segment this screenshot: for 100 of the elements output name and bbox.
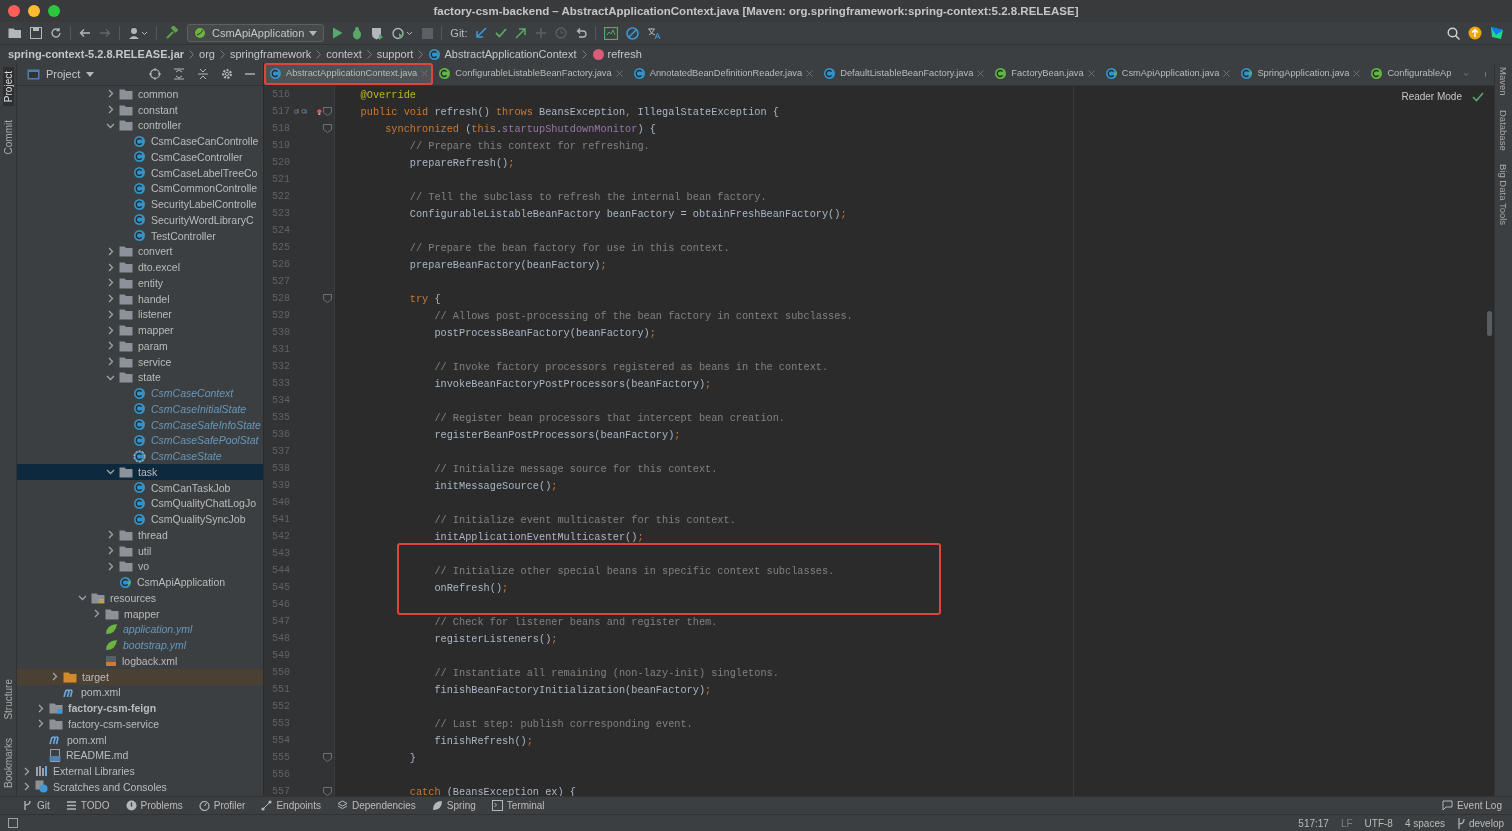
collapse-all-icon[interactable] bbox=[197, 68, 209, 80]
chevron-down-icon[interactable] bbox=[78, 593, 87, 603]
breadcrumb[interactable]: spring-context-5.2.8.RELEASE.jar bbox=[8, 48, 185, 60]
panel-toggle-icon[interactable] bbox=[8, 818, 18, 828]
tree-item[interactable]: handel bbox=[17, 290, 263, 307]
tree-item[interactable]: CsmCaseSafePoolStat bbox=[17, 432, 263, 449]
tree-item[interactable]: state bbox=[17, 369, 263, 386]
update-arrow-icon[interactable] bbox=[475, 27, 488, 39]
save-icon[interactable] bbox=[30, 27, 42, 39]
tree-item[interactable]: CsmQualitySyncJob bbox=[17, 511, 263, 527]
tree-item[interactable]: common bbox=[17, 86, 263, 102]
tree-item[interactable]: application.yml bbox=[17, 621, 263, 638]
fold-marker-icon[interactable] bbox=[322, 124, 332, 133]
editor-tab[interactable]: DefaultListableBeanFactory.java bbox=[818, 63, 990, 85]
tree-item[interactable]: entity bbox=[17, 275, 263, 291]
run-configuration-dropdown[interactable]: CsmApiApplication bbox=[187, 24, 325, 42]
indent-setting[interactable]: 4 spaces bbox=[1404, 817, 1445, 829]
caret-position[interactable]: 517:17 bbox=[1298, 817, 1329, 829]
tree-item[interactable]: CsmCaseInitialState bbox=[17, 401, 263, 417]
tool-window-tab[interactable]: Project bbox=[2, 67, 14, 107]
editor-tab[interactable]: SpringApplication.java bbox=[1235, 63, 1366, 85]
tree-item[interactable]: mapper bbox=[17, 322, 263, 338]
tree-item[interactable]: resources bbox=[17, 590, 263, 606]
tool-window-button[interactable]: Git bbox=[22, 800, 50, 811]
hammer-icon[interactable] bbox=[165, 26, 179, 40]
breadcrumb[interactable]: springframework bbox=[229, 48, 312, 60]
monitor-icon[interactable] bbox=[604, 26, 619, 40]
close-window-button[interactable] bbox=[8, 5, 20, 17]
minimize-window-button[interactable] bbox=[28, 5, 40, 17]
close-icon[interactable] bbox=[977, 69, 985, 77]
editor-tab[interactable]: ConfigurableAp bbox=[1365, 63, 1457, 85]
target-icon[interactable] bbox=[149, 68, 161, 80]
fold-marker-icon[interactable] bbox=[322, 294, 332, 303]
tree-item[interactable]: vo bbox=[17, 558, 263, 575]
close-icon[interactable] bbox=[1353, 69, 1361, 77]
tree-item[interactable]: CsmCaseController bbox=[17, 149, 263, 165]
tree-item[interactable]: factory-csm-service bbox=[17, 716, 263, 732]
fold-marker-icon[interactable] bbox=[322, 107, 332, 116]
tool-window-tab[interactable]: Bookmarks bbox=[2, 734, 14, 792]
search-icon[interactable] bbox=[1447, 26, 1460, 40]
tree-item[interactable]: thread bbox=[17, 527, 263, 543]
tree-item[interactable]: External Libraries bbox=[17, 763, 263, 779]
run-icon[interactable] bbox=[332, 27, 344, 39]
shield-icon[interactable] bbox=[371, 26, 385, 40]
tree-item[interactable]: CsmQualityChatLogJo bbox=[17, 495, 263, 512]
tree-item[interactable]: controller bbox=[17, 117, 263, 134]
fold-marker-icon[interactable] bbox=[322, 787, 332, 796]
tree-item[interactable]: param bbox=[17, 338, 263, 354]
implemented-icon[interactable] bbox=[301, 106, 308, 117]
tree-item[interactable]: SecurityLabelControlle bbox=[17, 196, 263, 212]
override-icon[interactable] bbox=[294, 106, 300, 117]
breadcrumb[interactable]: refresh bbox=[591, 47, 642, 61]
chevron-down-icon[interactable] bbox=[106, 467, 115, 477]
reader-mode-button[interactable]: Reader Mode bbox=[1401, 91, 1462, 102]
tool-window-tab[interactable]: Maven bbox=[1498, 67, 1509, 96]
tree-item[interactable]: convert bbox=[17, 243, 263, 260]
close-icon[interactable] bbox=[1087, 69, 1095, 77]
tree-item[interactable]: CsmApiApplication bbox=[17, 574, 263, 590]
tool-window-tab[interactable]: Big Data Tools bbox=[1498, 164, 1509, 226]
tree-item[interactable]: factory-csm-feign bbox=[17, 700, 263, 716]
tree-item[interactable]: util bbox=[17, 542, 263, 559]
tree-item[interactable]: dto.excel bbox=[17, 259, 263, 275]
editor-tab[interactable]: AbstractApplicationContext.java bbox=[264, 63, 434, 85]
tree-item[interactable]: CsmCaseState bbox=[17, 448, 263, 464]
tool-window-button[interactable]: Dependencies bbox=[336, 800, 416, 811]
git-branch[interactable]: develop bbox=[1456, 817, 1504, 829]
tree-item[interactable]: CsmCaseSafeInfoState bbox=[17, 416, 263, 433]
chevron-right-icon[interactable] bbox=[50, 672, 59, 682]
user-icon[interactable] bbox=[128, 27, 148, 39]
tree-item[interactable]: CsmCommonControlle bbox=[17, 180, 263, 197]
file-encoding[interactable]: UTF-8 bbox=[1364, 817, 1393, 829]
tree-item[interactable]: bootstrap.yml bbox=[17, 637, 263, 653]
update-icon[interactable] bbox=[1468, 26, 1482, 40]
editor-tab[interactable]: CsmApiApplication.java bbox=[1099, 63, 1236, 85]
tree-item[interactable]: CsmCanTaskJob bbox=[17, 479, 263, 496]
profiler-icon[interactable] bbox=[392, 26, 415, 40]
editor-tab[interactable]: FactoryBean.java bbox=[989, 63, 1100, 85]
push-arrow-icon[interactable] bbox=[515, 27, 528, 39]
tool-window-tab[interactable]: Database bbox=[1498, 109, 1509, 151]
breadcrumb[interactable]: context bbox=[326, 48, 362, 60]
tree-item[interactable]: TestController bbox=[17, 227, 263, 244]
tool-window-button[interactable]: Endpoints bbox=[261, 800, 321, 811]
tool-window-button[interactable]: Profiler bbox=[198, 800, 246, 811]
tree-item[interactable]: CsmCaseLabelTreeCo bbox=[17, 164, 263, 181]
tree-item[interactable]: task bbox=[17, 464, 263, 480]
close-icon[interactable] bbox=[1223, 69, 1231, 77]
folder-icon[interactable] bbox=[8, 27, 22, 39]
tree-item[interactable]: pom.xml bbox=[17, 684, 263, 701]
undo-icon[interactable] bbox=[575, 27, 588, 39]
breadcrumb[interactable]: org bbox=[199, 48, 215, 60]
project-view-dropdown[interactable]: Project bbox=[46, 68, 95, 80]
expand-all-icon[interactable] bbox=[173, 68, 185, 80]
tree-item[interactable]: logback.xml bbox=[17, 653, 263, 669]
tree-item[interactable]: CsmCaseCanControlle bbox=[17, 133, 263, 149]
close-icon[interactable] bbox=[615, 69, 623, 77]
tree-item[interactable]: listener bbox=[17, 306, 263, 323]
tool-window-button[interactable]: Problems bbox=[125, 800, 183, 811]
translate-icon[interactable] bbox=[647, 26, 662, 40]
settings-icon[interactable] bbox=[221, 68, 233, 80]
tree-item[interactable]: mapper bbox=[17, 605, 263, 622]
